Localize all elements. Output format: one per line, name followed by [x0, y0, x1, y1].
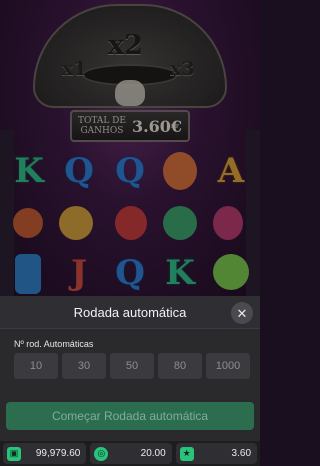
win-display: ★ 3.60 [175, 443, 258, 464]
coin-stack-icon: ◎ [94, 446, 109, 461]
win-ticket-icon: ★ [179, 446, 194, 461]
balance-display: ▣ 99,979.60 [3, 443, 87, 464]
bet-value: 20.00 [140, 448, 166, 459]
round-option-1000[interactable]: 1000 [206, 353, 250, 379]
round-option-30[interactable]: 30 [62, 353, 106, 379]
bet-display[interactable]: ◎ 20.00 [90, 443, 172, 464]
status-bar: ▣ 99,979.60 ◎ 20.00 ★ 3.60 [0, 441, 260, 466]
autoplay-title: Rodada automática [73, 305, 187, 320]
close-button[interactable]: ✕ [231, 302, 253, 324]
round-option-10[interactable]: 10 [14, 353, 58, 379]
wallet-icon: ▣ [7, 446, 21, 461]
round-option-50[interactable]: 50 [110, 353, 154, 379]
close-icon: ✕ [236, 305, 248, 321]
round-option-80[interactable]: 80 [158, 353, 202, 379]
rounds-options: 10 30 50 80 1000 [14, 353, 254, 379]
rounds-label: Nº rod. Automáticas [14, 339, 94, 349]
win-value: 3.60 [231, 448, 252, 459]
start-autoplay-button[interactable]: Começar Rodada automática [6, 402, 254, 430]
autoplay-header: Rodada automática ✕ [0, 296, 260, 329]
balance-value: 99,979.60 [35, 448, 81, 459]
